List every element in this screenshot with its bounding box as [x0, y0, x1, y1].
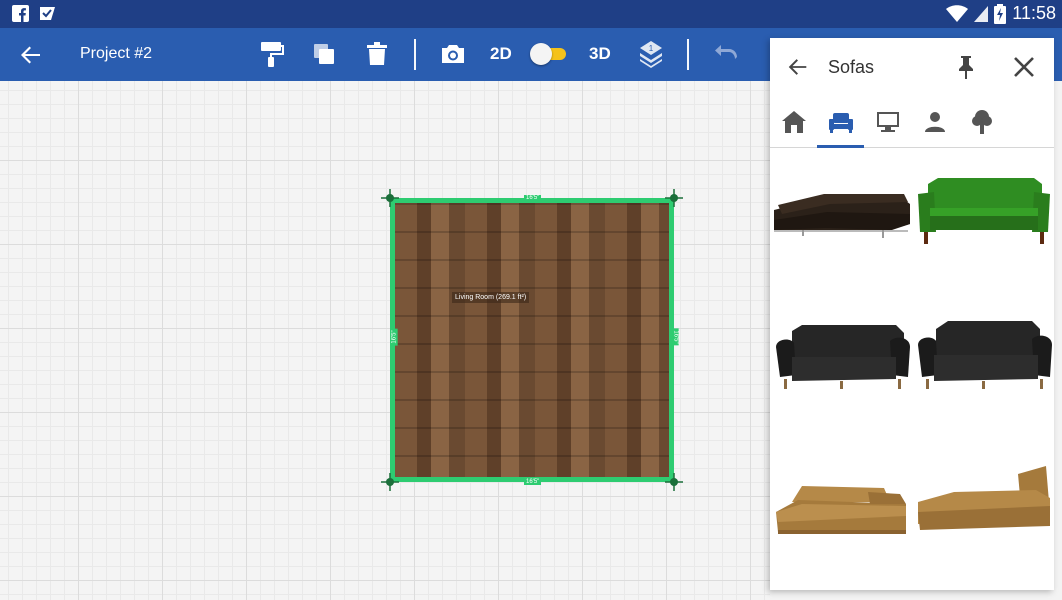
category-tabs [770, 96, 1054, 148]
tan-corner-sofa-image [776, 486, 906, 534]
living-room[interactable] [390, 198, 674, 482]
pin-icon [959, 56, 973, 79]
layers-button[interactable]: 1 [636, 39, 666, 69]
paint-button[interactable] [256, 39, 286, 69]
copy-icon [314, 44, 334, 64]
status-right: 11:58 [946, 3, 1056, 24]
toolbar-divider-2 [687, 39, 689, 70]
corner-handle-tr[interactable] [665, 189, 683, 207]
dimension-right: 16'5" [672, 328, 679, 346]
tree-icon [972, 110, 992, 134]
sectional-sofa-image [774, 194, 910, 238]
close-icon [1014, 57, 1034, 77]
dimension-left: 16'5" [391, 328, 398, 346]
sofa-grid [770, 150, 1054, 590]
panel-back-button[interactable] [786, 55, 810, 79]
delete-button[interactable] [362, 39, 392, 69]
tab-electronics[interactable] [873, 108, 903, 136]
tab-furniture[interactable] [826, 108, 856, 136]
back-arrow-icon [788, 59, 807, 75]
black-sofa-image [776, 325, 910, 389]
view-mode-toggle[interactable] [530, 43, 566, 65]
delete-icon [367, 42, 387, 65]
green-sofa-image [918, 178, 1050, 244]
layers-badge: 1 [649, 44, 654, 53]
paint-roller-icon [261, 42, 284, 67]
battery-charging-icon [994, 3, 1007, 24]
sofa-item-black-2[interactable] [914, 295, 1054, 405]
catalog-panel: Sofas [770, 38, 1054, 590]
sofa-item-sectional[interactable] [772, 150, 912, 260]
corner-handle-tl[interactable] [381, 189, 399, 207]
dimension-bottom: 16'5" [524, 479, 542, 485]
undo-icon [715, 45, 737, 59]
black-sofa-image [918, 321, 1052, 389]
project-title[interactable]: Project #2 [80, 45, 152, 63]
sofa-item-tan-chaise[interactable] [914, 440, 1054, 550]
close-button[interactable] [1012, 55, 1036, 79]
status-left [12, 5, 56, 22]
tan-chaise-image [918, 466, 1050, 530]
sofa-item-green[interactable] [914, 150, 1054, 260]
armchair-icon [829, 113, 853, 133]
sofa-item-black-1[interactable] [772, 295, 912, 405]
facebook-icon [12, 5, 29, 22]
toggle-knob [530, 43, 552, 65]
back-button[interactable] [18, 42, 44, 68]
undo-button[interactable] [711, 39, 741, 69]
layers-icon: 1 [640, 41, 662, 68]
sofa-item-tan-corner[interactable] [772, 440, 912, 550]
dimension-top: 16'5" [524, 195, 542, 201]
tab-people[interactable] [920, 108, 950, 136]
person-icon [925, 112, 945, 132]
panel-header: Sofas [770, 38, 1054, 96]
house-icon [782, 111, 806, 133]
monitor-icon [877, 112, 899, 132]
corner-handle-br[interactable] [665, 473, 683, 491]
active-tab-indicator [817, 145, 864, 148]
copy-button[interactable] [309, 39, 339, 69]
tab-outdoor[interactable] [967, 108, 997, 136]
pin-button[interactable] [954, 54, 978, 80]
tab-rooms[interactable] [779, 108, 809, 136]
panel-title: Sofas [828, 57, 875, 77]
back-arrow-icon [21, 46, 40, 64]
status-bar: 11:58 [0, 0, 1062, 28]
mode-2d-label[interactable]: 2D [490, 44, 512, 64]
signal-icon [974, 5, 989, 22]
room-label[interactable]: Living Room (269.1 ft²) [452, 292, 530, 303]
clock: 11:58 [1012, 3, 1056, 23]
wifi-icon [946, 4, 969, 22]
corner-handle-bl[interactable] [381, 473, 399, 491]
camera-icon [442, 45, 464, 63]
toolbar-divider [414, 39, 416, 70]
mode-3d-label[interactable]: 3D [589, 44, 611, 64]
checkmark-flag-icon [40, 7, 55, 20]
screenshot-button[interactable] [438, 39, 468, 69]
